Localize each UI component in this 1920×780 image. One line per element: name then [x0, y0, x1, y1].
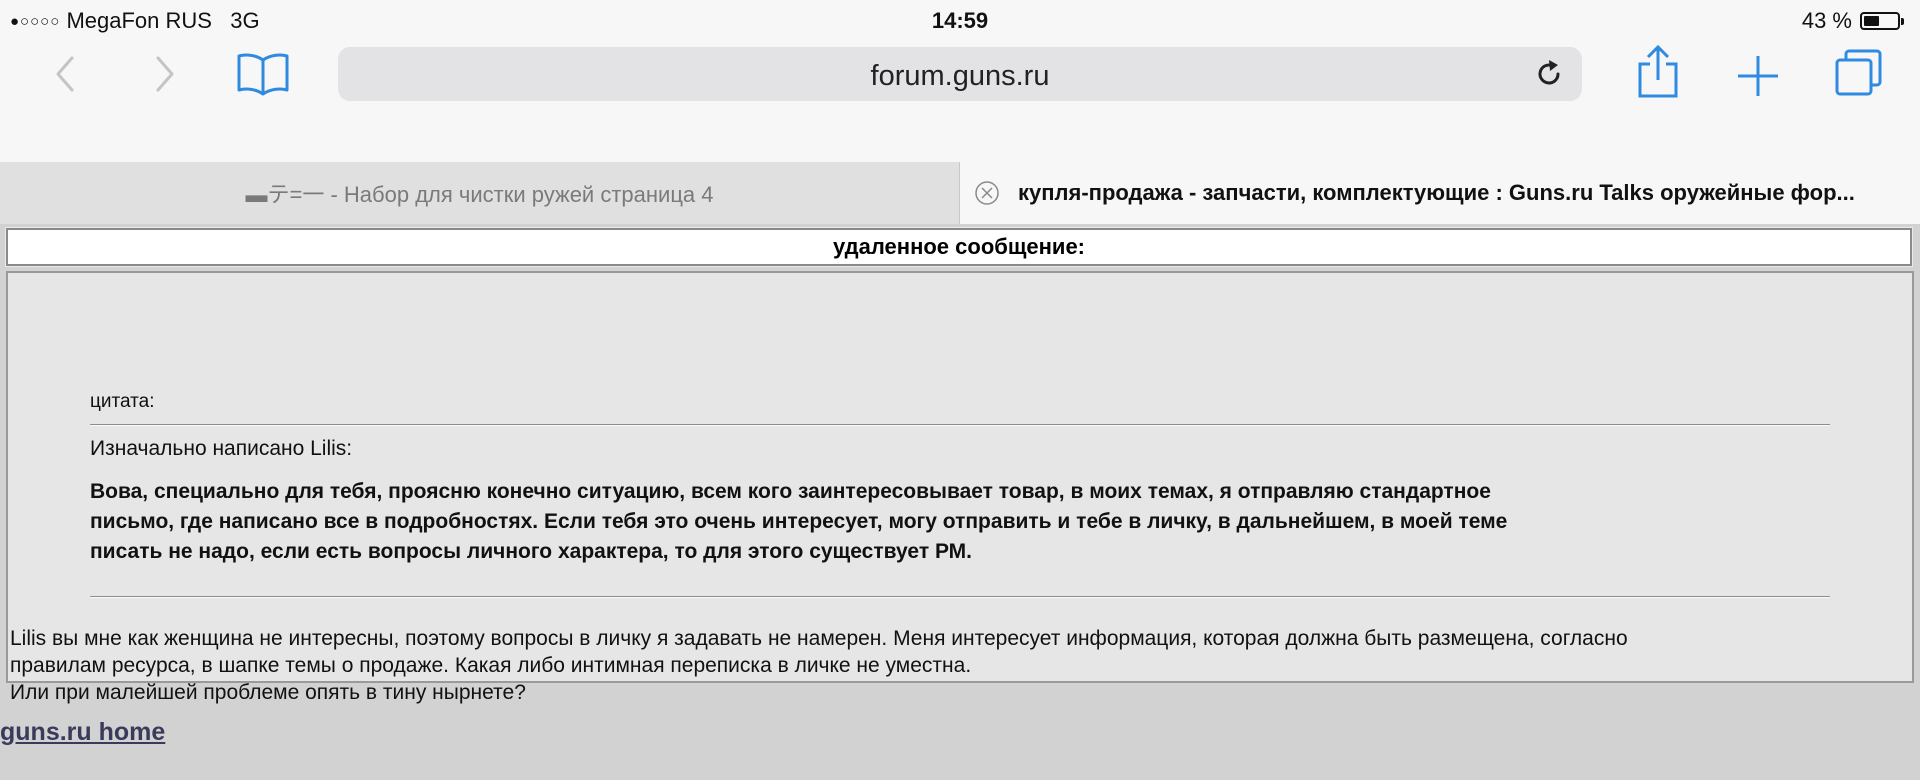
quote-divider-top [90, 424, 1830, 426]
home-link[interactable]: guns.ru home [0, 718, 165, 747]
status-bar: ●○○○○ MegaFon RUS 3G 14:59 43 % [0, 0, 1920, 40]
share-icon[interactable] [1636, 44, 1680, 100]
tab-inactive-title: ▬テ=一 - Набор для чистки ружей страница 4 [245, 182, 714, 207]
tab-active-title: купля-продажа - запчасти, комплектующие … [1018, 180, 1855, 205]
quote-line: письмо, где написано все в подробностях.… [90, 510, 1508, 533]
forward-icon[interactable] [150, 54, 178, 94]
reply-line: Lilis вы мне как женщина не интересны, п… [10, 627, 1628, 650]
battery-percent: 43 % [1801, 8, 1852, 33]
clock: 14:59 [931, 8, 989, 33]
reply-line: правилам ресурса, в шапке темы о продаже… [10, 654, 972, 677]
tab-inactive[interactable]: ▬テ=一 - Набор для чистки ружей страница 4 [0, 162, 960, 224]
url-text[interactable]: forum.guns.ru [338, 60, 1582, 93]
browser-toolbar: forum.guns.ru [0, 40, 1920, 162]
battery-icon [1860, 12, 1904, 30]
tabs-icon[interactable] [1834, 48, 1884, 98]
tab-active[interactable]: купля-продажа - запчасти, комплектующие … [960, 162, 1920, 224]
address-bar[interactable]: forum.guns.ru [338, 47, 1582, 101]
close-tab-icon[interactable] [974, 180, 1000, 206]
reply-line: Или при малейшей проблеме опять в тину н… [10, 681, 526, 704]
battery-status: 43 % [1801, 8, 1904, 34]
post-body: цитата: Изначально написано Lilis: Вова,… [6, 271, 1914, 704]
new-tab-icon[interactable] [1736, 54, 1780, 98]
battery-fill [1864, 16, 1880, 26]
back-icon[interactable] [52, 54, 80, 94]
quote-text: Вова, специально для тебя, проясню конеч… [90, 477, 1830, 567]
reply-text: Lilis вы мне как женщина не интересны, п… [10, 625, 1910, 706]
post-header: удаленное сообщение: [5, 227, 1913, 267]
quote-line: писать не надо, если есть вопросы личног… [90, 540, 972, 563]
quote-divider-bottom [90, 596, 1830, 598]
tab-bar: ▬テ=一 - Набор для чистки ружей страница 4… [0, 162, 1920, 224]
quote-label: цитата: [90, 391, 155, 412]
quote-author: Изначально написано Lilis: [90, 437, 353, 460]
bookmarks-icon[interactable] [236, 50, 290, 96]
quote-line: Вова, специально для тебя, проясню конеч… [90, 480, 1491, 503]
reload-icon[interactable] [1534, 59, 1564, 89]
page-content: удаленное сообщение: цитата: Изначально … [0, 224, 1920, 780]
